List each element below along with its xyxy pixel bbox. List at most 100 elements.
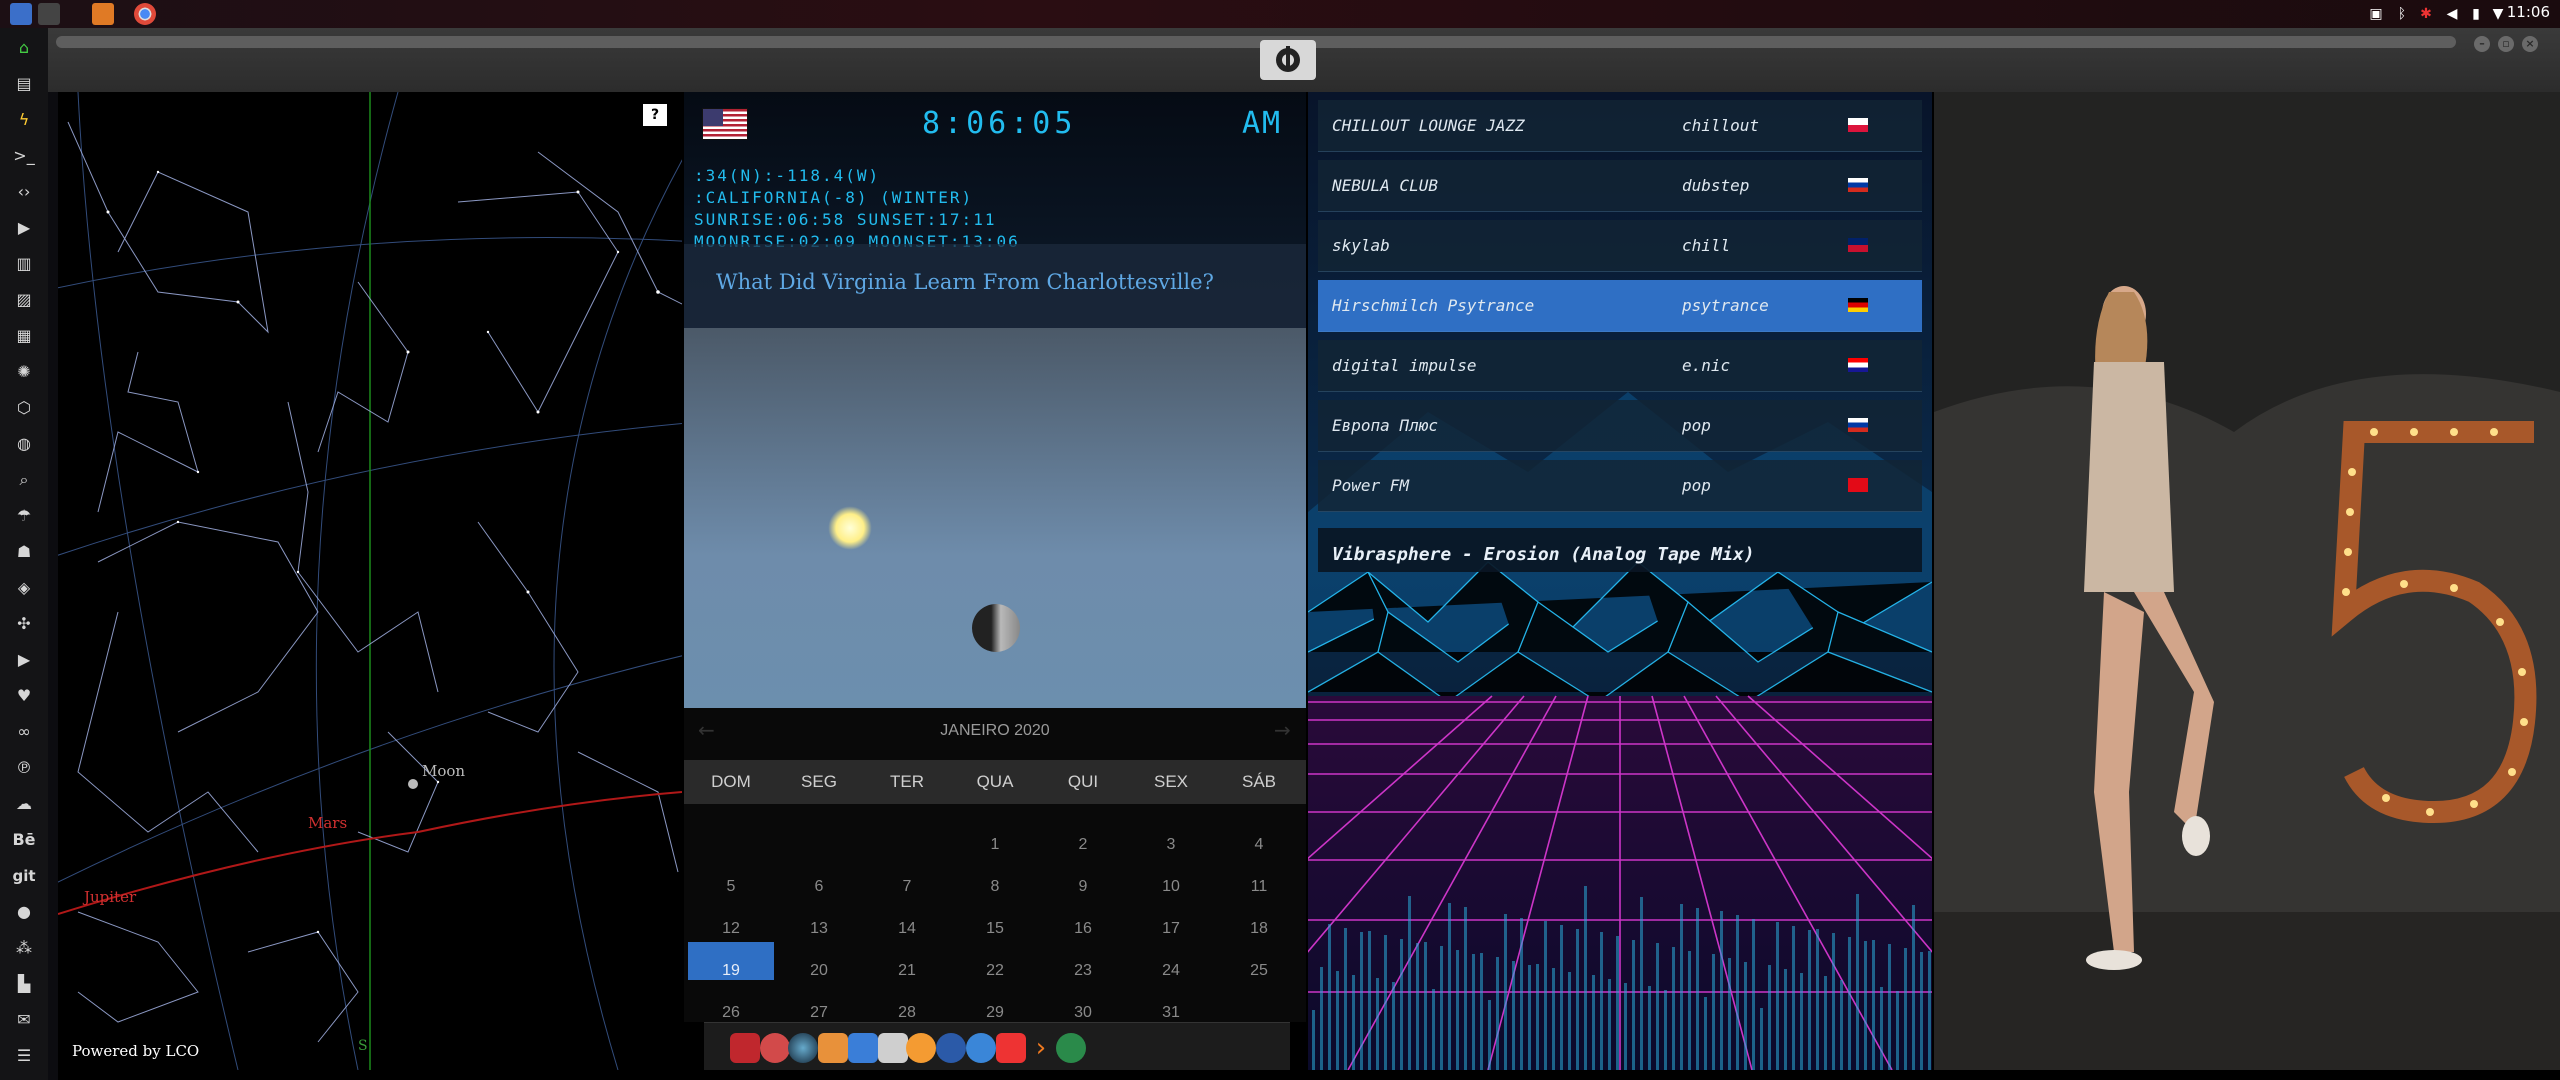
calendar-day[interactable]: 8 [951,878,1039,896]
help-button[interactable]: ? [643,104,667,126]
calendar-day[interactable]: 20 [775,962,863,980]
maximize-button[interactable]: ▫ [2498,36,2514,52]
expand-icon[interactable]: ✣ [12,612,36,636]
calendar-day[interactable]: 7 [863,878,951,896]
chrome-app-icon[interactable] [134,3,156,25]
document-icon[interactable]: ▤ [12,72,36,96]
app-icon-news[interactable] [878,1033,908,1063]
app-icon-translate[interactable] [848,1033,878,1063]
calendar-day[interactable]: 24 [1127,962,1215,980]
app-icon-arrow[interactable]: › [1026,1033,1056,1063]
umbrella-icon[interactable]: ☂ [12,504,36,528]
behance-icon[interactable]: Bē [12,828,36,852]
visualizer-bar [1832,933,1835,1070]
sublime-app-icon[interactable] [92,3,114,25]
image-icon[interactable]: ▣ [2368,6,2384,22]
update-icon[interactable]: ✱ [2418,6,2434,22]
station-row[interactable]: NEBULA CLUB dubstep [1318,160,1922,212]
play-icon[interactable]: ▶ [12,216,36,240]
app-icon-planet[interactable] [788,1033,818,1063]
wifi-icon[interactable]: ▼ [2490,6,2506,22]
app-icon-calendar[interactable] [996,1033,1026,1063]
station-row[interactable]: Hirschmilch Psytrance psytrance [1318,280,1922,332]
calendar-day[interactable]: 29 [951,1004,1039,1022]
sky-map[interactable]: Moon Mars Jupiter ? S Powered by LCO [58,92,682,1070]
hexagon-icon[interactable]: ⬡ [12,396,36,420]
calendar-day[interactable]: 1 [951,836,1039,854]
tag-icon[interactable]: ◈ [12,576,36,600]
system-clock[interactable]: 11:06 [2507,3,2550,21]
bolt-icon[interactable]: ϟ [12,108,36,132]
app-icon-yandex[interactable] [1056,1033,1086,1063]
calendar-day[interactable]: 26 [687,1004,775,1022]
minimize-button[interactable]: – [2474,36,2490,52]
pinterest-icon[interactable]: ℗ [12,756,36,780]
app-icon-clock[interactable] [936,1033,966,1063]
calendar-day[interactable]: 12 [687,920,775,938]
heart-icon[interactable]: ♥ [12,684,36,708]
globe-icon[interactable]: ◍ [12,432,36,456]
youtube-icon[interactable]: ▶ [12,648,36,672]
map-icon[interactable]: ▙ [12,972,36,996]
calendar-day[interactable]: 27 [775,1004,863,1022]
calendar-day[interactable]: 22 [951,962,1039,980]
calendar-day[interactable]: 10 [1127,878,1215,896]
calendar-day[interactable]: 30 [1039,1004,1127,1022]
calendar-day[interactable]: 2 [1039,836,1127,854]
terminal-icon[interactable]: >_ [12,144,36,168]
calendar-day[interactable]: 28 [863,1004,951,1022]
code-icon[interactable]: ‹› [12,180,36,204]
app-icon-globe[interactable] [966,1033,996,1063]
files-app-icon[interactable] [10,3,32,25]
app-icon-red-triangle[interactable] [730,1033,760,1063]
volume-icon[interactable]: ◀ [2444,6,2460,22]
news-headline[interactable]: What Did Virginia Learn From Charlottesv… [716,270,1214,294]
calendar-day[interactable]: 31 [1127,1004,1215,1022]
station-row[interactable]: Power FM pop [1318,460,1922,512]
bluetooth-icon[interactable]: ᛒ [2394,6,2410,22]
battery-icon[interactable]: ▮ [2468,6,2484,22]
calendar-day[interactable]: 17 [1127,920,1215,938]
calendar-day[interactable]: 14 [863,920,951,938]
search-icon[interactable]: ⌕ [12,468,36,492]
connection-icon[interactable]: ⁂ [12,936,36,960]
calendar-day[interactable]: 21 [863,962,951,980]
app-icon-photos[interactable] [818,1033,848,1063]
github-icon[interactable]: ● [12,900,36,924]
calendar-day[interactable]: 23 [1039,962,1127,980]
link-icon[interactable]: ∞ [12,720,36,744]
calendar-day[interactable]: 11 [1215,878,1303,896]
rebel-logo-tab[interactable] [1260,40,1316,80]
address-bar[interactable] [56,36,2456,48]
settings-icon[interactable]: ✺ [12,360,36,384]
calendar-day[interactable]: 16 [1039,920,1127,938]
station-row[interactable]: Европа Плюс pop [1318,400,1922,452]
station-row[interactable]: skylab chill [1318,220,1922,272]
calendar-day[interactable]: 15 [951,920,1039,938]
mail-icon[interactable]: ✉ [12,1008,36,1032]
calendar-day[interactable]: 3 [1127,836,1215,854]
station-row[interactable]: digital impulse e.nic [1318,340,1922,392]
calendar-day[interactable]: 5 [687,878,775,896]
calendar-day[interactable]: 25 [1215,962,1303,980]
news-icon[interactable]: ▦ [12,324,36,348]
contact-icon[interactable]: ☗ [12,540,36,564]
cloud-icon[interactable]: ☁ [12,792,36,816]
calendar-day[interactable]: 19 [687,962,775,980]
git-icon[interactable]: git [12,864,36,888]
terminal-app-icon[interactable] [38,3,60,25]
menu-icon[interactable]: ☰ [12,1044,36,1068]
app-icon-search[interactable] [906,1033,936,1063]
home-icon[interactable]: ⌂ [12,36,36,60]
visualizer-bar [1680,904,1683,1070]
calendar-day[interactable]: 9 [1039,878,1127,896]
calendar-day[interactable]: 6 [775,878,863,896]
station-row[interactable]: CHILLOUT LOUNGE JAZZ chillout [1318,100,1922,152]
picture-icon[interactable]: ▨ [12,288,36,312]
calendar-day[interactable]: 13 [775,920,863,938]
close-button[interactable]: × [2522,36,2538,52]
clipboard-icon[interactable]: ▥ [12,252,36,276]
app-icon-hourglass[interactable] [760,1033,790,1063]
calendar-day[interactable]: 4 [1215,836,1303,854]
calendar-day[interactable]: 18 [1215,920,1303,938]
